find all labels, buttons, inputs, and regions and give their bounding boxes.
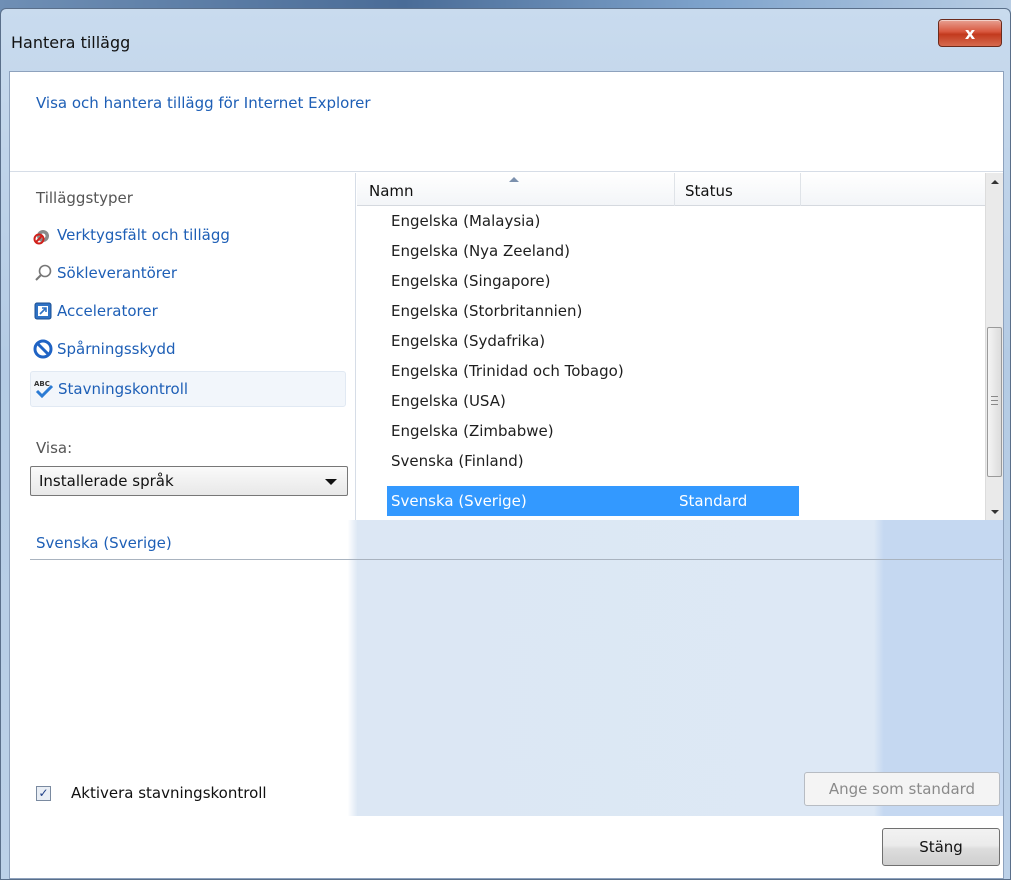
dialog-footer: Stäng — [10, 816, 1003, 878]
scroll-down-icon — [990, 509, 999, 514]
list-item[interactable]: Engelska (Sydafrika) — [387, 326, 799, 356]
list-item-name: Engelska (USA) — [391, 392, 506, 410]
spellcheck-label: Aktivera stavningskontroll — [71, 784, 267, 802]
column-header-name[interactable]: Namn — [357, 173, 675, 206]
column-header-status[interactable]: Status — [675, 173, 801, 206]
scroll-up-icon — [990, 179, 999, 184]
set-default-label: Ange som standard — [828, 780, 976, 798]
scroll-thumb[interactable] — [987, 327, 1002, 477]
column-header-status-label: Status — [685, 182, 733, 200]
manage-addons-window: Hantera tillägg x Visa och hantera tillä… — [0, 8, 1011, 880]
search-icon — [32, 262, 54, 284]
list-item-name: Engelska (Nya Zeeland) — [391, 242, 570, 260]
close-button[interactable]: Stäng — [882, 828, 1000, 866]
list-item[interactable]: Engelska (Trinidad och Tobago) — [387, 356, 799, 386]
list-header: Namn Status — [357, 173, 985, 206]
column-header-name-label: Namn — [369, 182, 414, 200]
details-pane: Svenska (Sverige) ✓ Aktivera stavningsko… — [10, 520, 1003, 816]
show-label: Visa: — [36, 439, 73, 457]
language-list: Namn Status Engelska (Malaysia) Engelska… — [357, 173, 1003, 520]
addon-type-tracking-protection[interactable]: Spårningsskydd — [30, 333, 346, 365]
list-item[interactable]: Engelska (USA) — [387, 386, 799, 416]
window-title: Hantera tillägg — [11, 33, 131, 52]
divider — [30, 559, 1002, 560]
list-item-name: Svenska (Finland) — [391, 452, 524, 470]
header-text: Visa och hantera tillägg för Internet Ex… — [36, 94, 371, 112]
addon-type-label: Acceleratorer — [57, 302, 158, 320]
show-dropdown-value: Installerade språk — [39, 472, 174, 490]
title-bar[interactable]: Hantera tillägg x — [1, 9, 1010, 71]
list-item-name: Engelska (Storbritannien) — [391, 302, 583, 320]
spellcheck-checkbox[interactable]: ✓ — [36, 785, 51, 801]
addon-type-accelerators[interactable]: Acceleratorer — [30, 295, 346, 327]
list-item-name: Engelska (Malaysia) — [391, 212, 541, 230]
chevron-down-icon — [325, 479, 337, 485]
list-item-name: Engelska (Zimbabwe) — [391, 422, 554, 440]
addon-type-label: Verktygsfält och tillägg — [57, 226, 230, 244]
close-button-label: Stäng — [919, 838, 963, 856]
list-item-name: Engelska (Singapore) — [391, 272, 551, 290]
addon-type-toolbars[interactable]: Verktygsfält och tillägg — [30, 219, 346, 251]
addon-types-label: Tilläggstyper — [36, 189, 133, 207]
window-close-button[interactable]: x — [938, 19, 1002, 47]
list-item-name: Svenska (Sverige) — [391, 492, 527, 510]
addon-type-search-providers[interactable]: Sökleverantörer — [30, 257, 346, 289]
show-dropdown[interactable]: Installerade språk — [30, 466, 348, 496]
list-item[interactable]: Engelska (Malaysia) — [387, 206, 799, 236]
spellcheck-icon: ABC — [33, 378, 55, 400]
list-item[interactable]: Svenska (Finland) — [387, 446, 799, 476]
block-icon — [32, 338, 54, 360]
list-item-selected[interactable]: Svenska (Sverige) Standard — [387, 486, 799, 516]
addon-type-spelling[interactable]: ABC Stavningskontroll — [30, 371, 346, 407]
list-item-status: Standard — [679, 492, 748, 510]
details-title: Svenska (Sverige) — [36, 534, 172, 552]
close-icon: x — [964, 23, 976, 43]
list-item[interactable]: Engelska (Singapore) — [387, 266, 799, 296]
list-item[interactable]: Engelska (Zimbabwe) — [387, 416, 799, 446]
addon-type-label: Stavningskontroll — [58, 380, 189, 398]
list-item-name: Engelska (Trinidad och Tobago) — [391, 362, 624, 380]
spellcheck-toggle[interactable]: ✓ Aktivera stavningskontroll — [36, 784, 267, 802]
addon-type-label: Sökleverantörer — [57, 264, 178, 282]
grip-icon — [991, 396, 998, 405]
dialog-client-area: Visa och hantera tillägg för Internet Ex… — [9, 71, 1004, 879]
addon-type-label: Spårningsskydd — [57, 340, 176, 358]
sort-ascending-icon — [509, 177, 519, 182]
svg-text:ABC: ABC — [34, 380, 50, 388]
addon-types-pane: Tilläggstyper Verktygsfält och tillägg S… — [10, 173, 356, 520]
accelerator-icon — [32, 300, 54, 322]
gear-icon — [32, 224, 54, 246]
scroll-up-button[interactable] — [986, 173, 1003, 190]
list-item[interactable]: Engelska (Nya Zeeland) — [387, 236, 799, 266]
list-item[interactable]: Engelska (Storbritannien) — [387, 296, 799, 326]
scroll-down-button[interactable] — [986, 503, 1003, 520]
list-item-name: Engelska (Sydafrika) — [391, 332, 546, 350]
set-default-button[interactable]: Ange som standard — [804, 772, 1000, 806]
list-scrollbar[interactable] — [985, 173, 1003, 520]
header-area: Visa och hantera tillägg för Internet Ex… — [10, 72, 1003, 172]
